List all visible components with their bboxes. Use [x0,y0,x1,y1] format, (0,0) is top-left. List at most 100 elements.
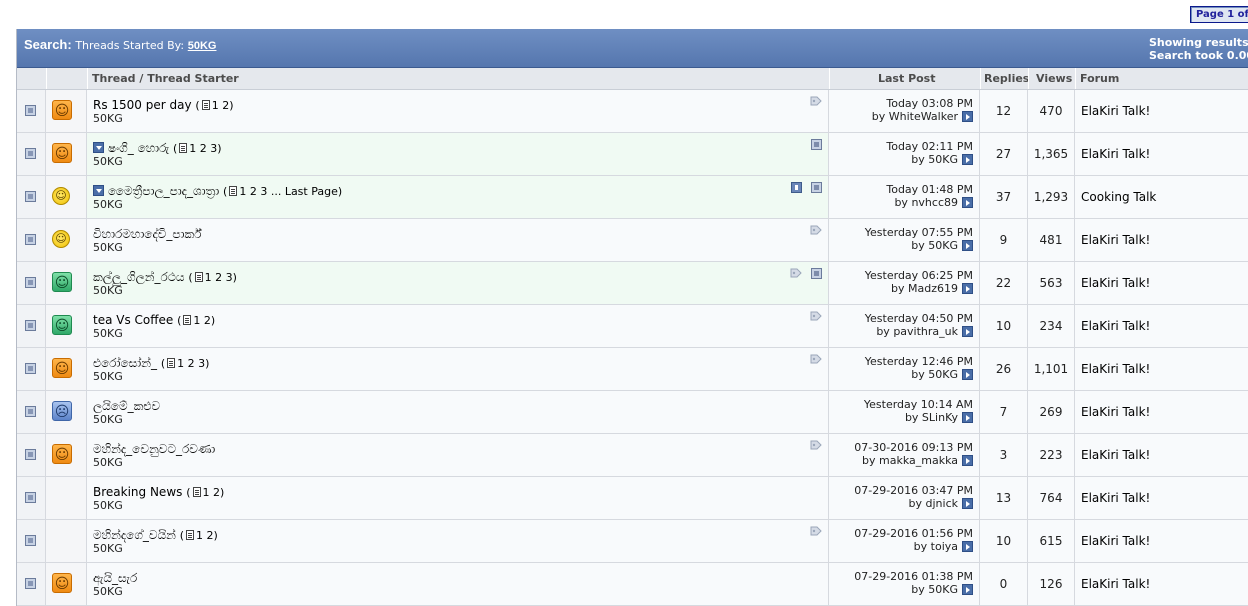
expand-icon[interactable] [93,142,104,153]
table-row: ☺ මෛත්‍රීපාල_පාද_ශාත්‍රා (1 2 3 ... Last … [17,176,1248,219]
thread-link[interactable]: ඇයි_සැර [93,571,137,585]
views-cell: 234 [1028,305,1075,347]
thread-link[interactable]: Rs 1500 per day [93,98,192,112]
col-lastpost[interactable]: Last Post [878,72,936,85]
multipage-links[interactable]: (1 2 3 ... Last Page) [223,185,342,198]
forum-link[interactable]: ElaKiri Talk! [1081,319,1150,333]
thread-link[interactable]: tea Vs Coffee [93,313,173,327]
thread-link[interactable]: මෛත්‍රීපාල_පාද_ශාත්‍රා [108,184,219,198]
attachment-icon [811,139,822,150]
attachment-icon [811,268,822,279]
replies-count[interactable]: 22 [980,276,1027,290]
multipage-links[interactable]: (1 2) [186,486,224,499]
thread-link[interactable]: ෂංගි_ හොරු [108,141,169,155]
table-row: ☺ tea Vs Coffee (1 2) 50KG Yesterday 04:50 … [17,305,1248,348]
replies-count[interactable]: 9 [980,233,1027,247]
thread-link[interactable]: ලයිමේ_කළුව [93,399,160,413]
col-thread[interactable]: Thread / Thread Starter [92,72,239,85]
thread-link[interactable]: මහින්ද_වෙනුවට_රවණා [93,442,215,456]
thread-title: ඇයි_සැර [93,571,137,586]
multipage-icon [229,186,238,196]
views-cell: 563 [1028,262,1075,304]
forum-link[interactable]: ElaKiri Talk! [1081,362,1150,376]
forum-link[interactable]: ElaKiri Talk! [1081,147,1150,161]
replies-count[interactable]: 10 [980,319,1027,333]
forum-link[interactable]: ElaKiri Talk! [1081,534,1150,548]
thread-starter[interactable]: 50KG [93,241,123,254]
search-subtitle: Threads Started By: [75,39,185,52]
replies-count[interactable]: 10 [980,534,1027,548]
goto-last-post-icon[interactable] [962,154,973,165]
replies-count[interactable]: 13 [980,491,1027,505]
multipage-links[interactable]: (1 2) [180,529,218,542]
goto-last-post-icon[interactable] [962,326,973,337]
tag-icon [810,311,822,321]
icon-cell [46,477,87,519]
col-views[interactable]: Views [1036,72,1072,85]
replies-cell: 0 [980,563,1028,605]
thread-link[interactable]: මහින්දගේ_වයින් [93,528,176,542]
forum-link[interactable]: Cooking Talk [1081,190,1156,204]
goto-last-post-icon[interactable] [962,455,973,466]
replies-count[interactable]: 12 [980,104,1027,118]
replies-count[interactable]: 3 [980,448,1027,462]
thread-link[interactable]: කල්ලු_ගිලන්_රථය [93,270,185,284]
thread-starter[interactable]: 50KG [93,413,123,426]
col-replies[interactable]: Replies [984,72,1029,85]
thread-starter[interactable]: 50KG [93,456,123,469]
page-nav[interactable]: Page 1 of 2 [1190,6,1248,23]
thread-starter[interactable]: 50KG [93,585,123,598]
multipage-links[interactable]: (1 2) [195,99,233,112]
thread-starter[interactable]: 50KG [93,112,123,125]
multipage-links[interactable]: (1 2 3) [188,271,237,284]
forum-cell: ElaKiri Talk! [1075,90,1248,132]
col-forum[interactable]: Forum [1080,72,1119,85]
goto-last-post-icon[interactable] [962,584,973,595]
views-cell: 269 [1028,391,1075,433]
thread-status-icon [25,277,36,288]
replies-count[interactable]: 26 [980,362,1027,376]
goto-last-post-icon[interactable] [962,498,973,509]
goto-last-post-icon[interactable] [962,283,973,294]
replies-count[interactable]: 0 [980,577,1027,591]
lastpost-date: 07-29-2016 01:56 PM [854,527,973,540]
forum-link[interactable]: ElaKiri Talk! [1081,491,1150,505]
thread-starter[interactable]: 50KG [93,327,123,340]
thread-starter[interactable]: 50KG [93,542,123,555]
page-nav-label[interactable]: Page 1 of 2 [1192,8,1248,22]
forum-link[interactable]: ElaKiri Talk! [1081,405,1150,419]
replies-count[interactable]: 7 [980,405,1027,419]
forum-link[interactable]: ElaKiri Talk! [1081,104,1150,118]
replies-count[interactable]: 37 [980,190,1027,204]
forum-link[interactable]: ElaKiri Talk! [1081,448,1150,462]
search-stats: Showing results 1 Search took 0.00 [1149,36,1248,62]
thread-starter[interactable]: 50KG [93,370,123,383]
forum-link[interactable]: ElaKiri Talk! [1081,233,1150,247]
thread-link[interactable]: එරෝසෝන්_ [93,356,157,370]
goto-last-post-icon[interactable] [962,541,973,552]
goto-last-post-icon[interactable] [962,240,973,251]
multipage-links[interactable]: (1 2 3) [173,142,222,155]
thread-starter[interactable]: 50KG [93,499,123,512]
forum-link[interactable]: ElaKiri Talk! [1081,276,1150,290]
thread-link[interactable]: විහාරමහාදේවි_පාර්ක් [93,227,201,241]
views-cell: 470 [1028,90,1075,132]
thread-title: Breaking News (1 2) [93,485,224,499]
expand-icon[interactable] [93,185,104,196]
lastpost-by: by Madz619 [891,282,973,295]
goto-last-post-icon[interactable] [962,197,973,208]
goto-last-post-icon[interactable] [962,111,973,122]
forum-link[interactable]: ElaKiri Talk! [1081,577,1150,591]
goto-last-post-icon[interactable] [962,412,973,423]
multipage-links[interactable]: (1 2 3) [161,357,210,370]
multipage-links[interactable]: (1 2) [177,314,215,327]
views-count: 223 [1039,448,1063,462]
search-user-link[interactable]: 50KG [188,40,217,52]
replies-count[interactable]: 27 [980,147,1027,161]
thread-starter[interactable]: 50KG [93,155,123,168]
goto-last-post-icon[interactable] [962,369,973,380]
thread-starter[interactable]: 50KG [93,284,123,297]
views-count: 764 [1039,491,1063,505]
thread-starter[interactable]: 50KG [93,198,123,211]
thread-link[interactable]: Breaking News [93,485,182,499]
